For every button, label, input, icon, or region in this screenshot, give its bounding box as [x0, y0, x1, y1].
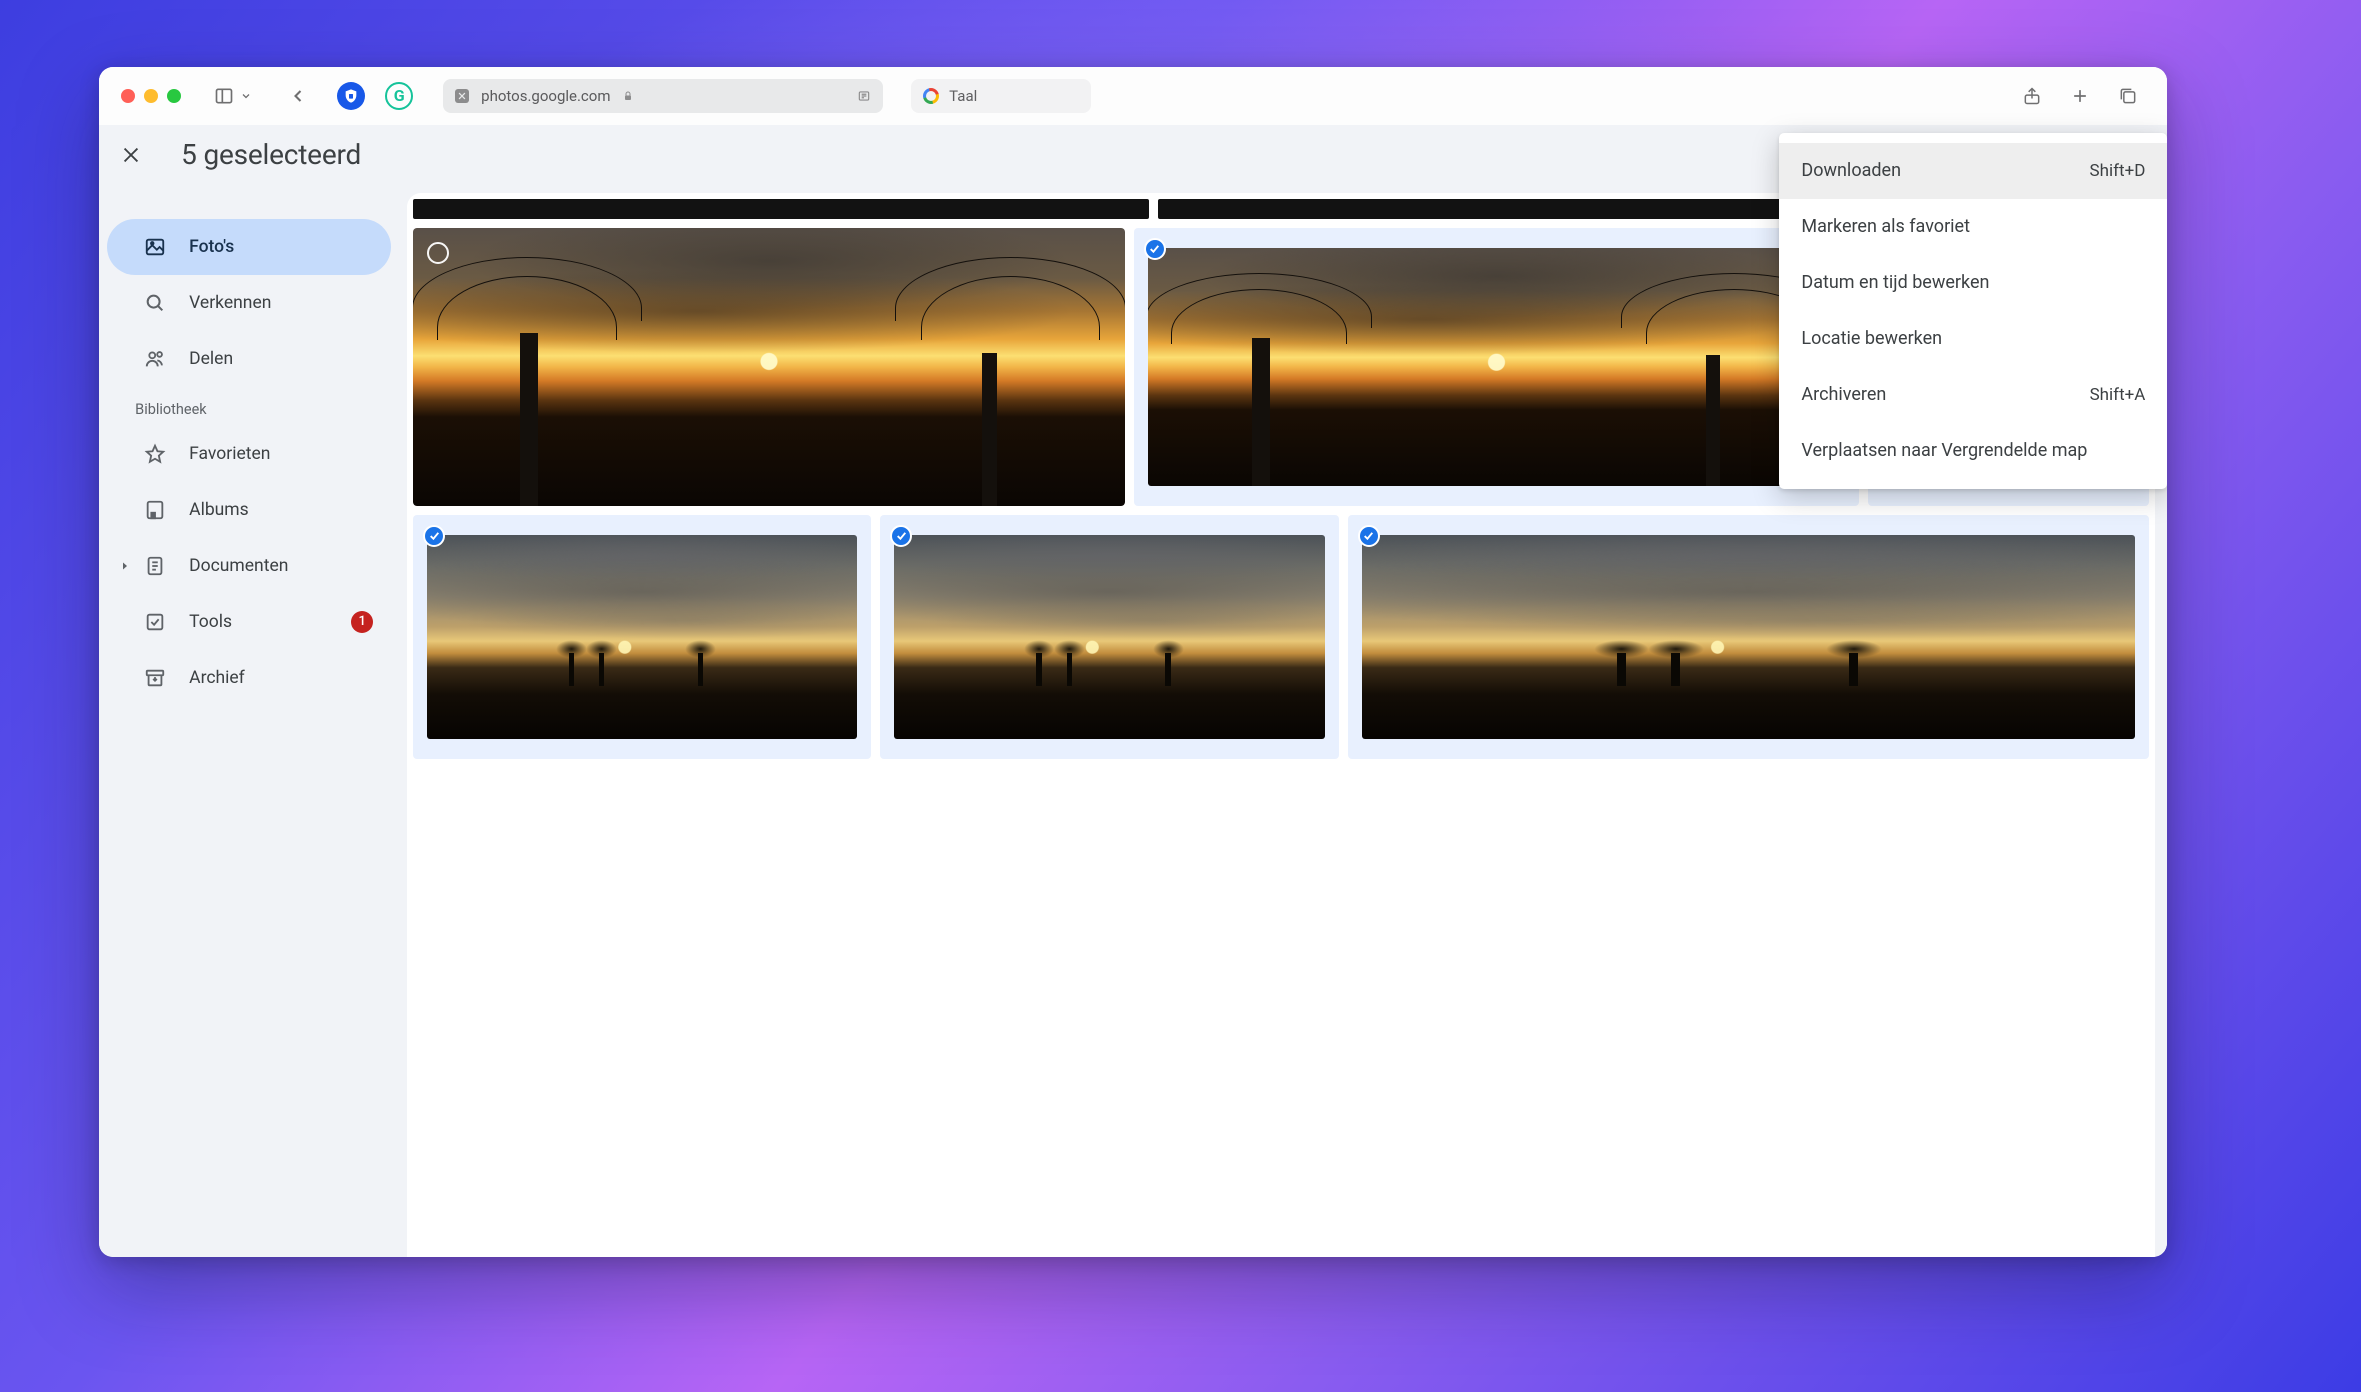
lock-icon — [622, 90, 634, 102]
star-icon — [143, 443, 167, 465]
site-close-icon[interactable] — [455, 89, 469, 103]
photo-thumbnail[interactable] — [1158, 199, 1879, 219]
search-icon — [143, 292, 167, 314]
document-icon — [143, 555, 167, 577]
menu-item-edit-datetime[interactable]: Datum en tijd bewerken — [1779, 255, 2167, 311]
sidebar-item-label: Archief — [189, 668, 245, 688]
menu-item-label: Archiveren — [1801, 384, 1886, 405]
back-button-icon[interactable] — [287, 85, 309, 107]
search-field[interactable]: Taal — [911, 79, 1091, 113]
share-icon[interactable] — [2021, 85, 2043, 107]
sidebar-section-library: Bibliotheek — [99, 387, 399, 426]
tools-badge: 1 — [351, 611, 373, 633]
tools-icon — [143, 611, 167, 633]
grammarly-extension-icon[interactable]: G — [385, 82, 413, 110]
window-zoom-button[interactable] — [167, 89, 181, 103]
sidebar-item-label: Foto's — [189, 237, 234, 257]
menu-item-archive[interactable]: Archiveren Shift+A — [1779, 367, 2167, 423]
sidebar-item-tools[interactable]: Tools 1 — [107, 594, 391, 650]
archive-icon — [143, 667, 167, 689]
menu-item-download[interactable]: Downloaden Shift+D — [1779, 143, 2167, 199]
photo-thumbnail[interactable] — [413, 228, 1124, 506]
selection-checkbox-checked[interactable] — [1358, 525, 1380, 547]
google-icon — [923, 88, 939, 104]
menu-item-label: Datum en tijd bewerken — [1801, 272, 1989, 293]
reader-mode-icon[interactable] — [857, 89, 871, 103]
sidebar-item-albums[interactable]: Albums — [107, 482, 391, 538]
selection-checkbox-empty[interactable] — [427, 242, 449, 264]
new-tab-icon[interactable] — [2069, 85, 2091, 107]
sidebar-item-photos[interactable]: Foto's — [107, 219, 391, 275]
browser-window: G photos.google.com Taal — [99, 67, 2167, 1257]
menu-item-shortcut: Shift+A — [2090, 385, 2146, 405]
photos-icon — [143, 236, 167, 258]
window-controls — [121, 89, 181, 103]
menu-item-edit-location[interactable]: Locatie bewerken — [1779, 311, 2167, 367]
sidebar-nav: Foto's Verkennen Delen Bibliotheek — [99, 125, 399, 1257]
search-value: Taal — [949, 87, 977, 105]
sidebar-item-archive[interactable]: Archief — [107, 650, 391, 706]
sidebar-item-favorites[interactable]: Favorieten — [107, 426, 391, 482]
chevron-right-icon — [119, 560, 131, 572]
clear-selection-button[interactable] — [109, 133, 153, 177]
menu-item-favorite[interactable]: Markeren als favoriet — [1779, 199, 2167, 255]
browser-titlebar: G photos.google.com Taal — [99, 67, 2167, 125]
page-content: 5 geselecteerd Foto's Verkennen — [99, 125, 2167, 1257]
sidebar-toggle-icon[interactable] — [213, 85, 235, 107]
selection-count-title: 5 geselecteerd — [181, 138, 361, 171]
url-text: photos.google.com — [481, 87, 610, 105]
sidebar-item-documents[interactable]: Documenten — [107, 538, 391, 594]
sidebar-item-share[interactable]: Delen — [107, 331, 391, 387]
adblock-extension-icon[interactable] — [337, 82, 365, 110]
sidebar-dropdown-icon[interactable] — [235, 85, 257, 107]
desktop-wallpaper: G photos.google.com Taal — [0, 0, 2361, 1392]
photo-thumbnail-selected[interactable] — [1134, 228, 1860, 506]
menu-item-move-locked[interactable]: Verplaatsen naar Vergrendelde map — [1779, 423, 2167, 479]
sidebar-item-explore[interactable]: Verkennen — [107, 275, 391, 331]
sidebar-item-label: Delen — [189, 349, 233, 369]
menu-item-label: Locatie bewerken — [1801, 328, 1942, 349]
people-icon — [143, 348, 167, 370]
window-close-button[interactable] — [121, 89, 135, 103]
sidebar-item-label: Favorieten — [189, 444, 270, 464]
window-minimize-button[interactable] — [144, 89, 158, 103]
selection-checkbox-checked[interactable] — [423, 525, 445, 547]
sidebar-item-label: Albums — [189, 500, 249, 520]
menu-item-label: Downloaden — [1801, 160, 1901, 181]
album-icon — [143, 499, 167, 521]
sidebar-item-label: Tools — [189, 612, 232, 632]
photo-thumbnail[interactable] — [413, 199, 1148, 219]
photo-thumbnail-selected[interactable] — [413, 515, 871, 759]
menu-item-shortcut: Shift+D — [2090, 161, 2146, 181]
sidebar-item-label: Documenten — [189, 556, 288, 576]
photo-thumbnail-selected[interactable] — [1348, 515, 2150, 759]
tabs-overview-icon[interactable] — [2117, 85, 2139, 107]
sidebar-item-label: Verkennen — [189, 293, 271, 313]
address-bar[interactable]: photos.google.com — [443, 79, 883, 113]
context-menu: Downloaden Shift+D Markeren als favoriet… — [1779, 133, 2167, 489]
menu-item-label: Markeren als favoriet — [1801, 216, 1970, 237]
photo-thumbnail-selected[interactable] — [880, 515, 1338, 759]
menu-item-label: Verplaatsen naar Vergrendelde map — [1801, 440, 2087, 461]
selection-header: 5 geselecteerd — [109, 133, 361, 177]
selection-checkbox-checked[interactable] — [1144, 238, 1166, 260]
